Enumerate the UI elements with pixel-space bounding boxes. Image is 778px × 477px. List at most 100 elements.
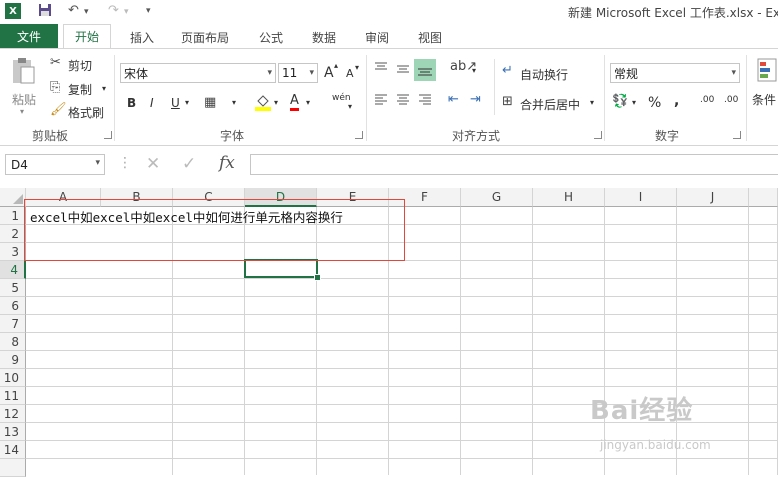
row-header-4[interactable]: 4 xyxy=(0,261,26,279)
increase-indent-icon[interactable]: ⇥ xyxy=(470,92,481,107)
align-middle-icon[interactable] xyxy=(396,61,410,78)
wrap-text-icon[interactable]: ↵ xyxy=(502,63,513,78)
fill-color-icon[interactable] xyxy=(254,93,272,114)
cut-button[interactable]: 剪切 xyxy=(68,57,92,74)
undo-icon[interactable]: ↶ xyxy=(68,3,79,18)
copy-button[interactable]: 复制 xyxy=(68,81,92,98)
comma-style-button[interactable]: , xyxy=(674,93,679,109)
font-color-dropdown-icon[interactable]: ▾ xyxy=(306,98,310,107)
column-header-j[interactable]: J xyxy=(677,188,749,207)
format-painter-button[interactable]: 格式刷 xyxy=(68,104,104,121)
conditional-formatting-icon[interactable] xyxy=(756,57,778,86)
row-header-14[interactable]: 14 xyxy=(0,441,26,459)
border-icon[interactable]: ▦ xyxy=(204,95,216,110)
merge-center-icon[interactable]: ⊞ xyxy=(502,94,513,109)
percent-button[interactable]: % xyxy=(648,95,661,111)
undo-dropdown-icon[interactable]: ▾ xyxy=(84,7,89,17)
row-header-5[interactable]: 5 xyxy=(0,279,26,297)
fill-color-dropdown-icon[interactable]: ▾ xyxy=(274,98,278,107)
chevron-down-icon: ▾ xyxy=(267,68,272,78)
copy-dropdown-icon[interactable]: ▾ xyxy=(102,84,106,93)
font-color-button[interactable]: A xyxy=(290,94,299,111)
align-top-icon[interactable] xyxy=(374,61,388,78)
tab-review[interactable]: 审阅 xyxy=(365,29,389,46)
tab-formulas[interactable]: 公式 xyxy=(259,29,283,46)
column-header-overflow[interactable] xyxy=(749,188,778,207)
paste-label[interactable]: 粘贴 xyxy=(12,91,36,108)
fill-handle[interactable] xyxy=(314,274,321,281)
tab-data[interactable]: 数据 xyxy=(312,29,336,46)
row-header-7[interactable]: 7 xyxy=(0,315,26,333)
save-icon[interactable] xyxy=(38,3,52,21)
column-header-g[interactable]: G xyxy=(461,188,533,207)
tab-home[interactable]: 开始 xyxy=(63,24,111,48)
tab-page-layout[interactable]: 页面布局 xyxy=(181,29,229,46)
wrap-text-button[interactable]: 自动换行 xyxy=(520,66,568,83)
merge-center-button[interactable]: 合并后居中 xyxy=(520,96,580,113)
increase-decimal-button[interactable]: .00 xyxy=(700,95,714,105)
grow-font-button[interactable]: A xyxy=(324,65,334,81)
row-header-9[interactable]: 9 xyxy=(0,351,26,369)
row-header-12[interactable]: 12 xyxy=(0,405,26,423)
shrink-font-button[interactable]: A xyxy=(346,67,354,80)
formula-input[interactable] xyxy=(250,154,778,175)
conditional-formatting-button[interactable]: 条件 xyxy=(752,91,776,108)
number-launcher-icon[interactable] xyxy=(733,131,741,139)
orientation-dropdown-icon[interactable]: ▾ xyxy=(472,66,476,75)
shrink-caret-icon: ▾ xyxy=(355,63,360,72)
font-size-select[interactable]: 11 ▾ xyxy=(278,63,318,83)
font-launcher-icon[interactable] xyxy=(355,131,363,139)
paste-button[interactable] xyxy=(10,57,36,88)
border-dropdown-icon[interactable]: ▾ xyxy=(232,98,236,107)
row-header-2[interactable]: 2 xyxy=(0,225,26,243)
align-center-icon[interactable] xyxy=(396,93,410,110)
row-header-6[interactable]: 6 xyxy=(0,297,26,315)
row-header-11[interactable]: 11 xyxy=(0,387,26,405)
tab-file[interactable]: 文件 xyxy=(0,24,58,48)
clipboard-launcher-icon[interactable] xyxy=(104,131,112,139)
cancel-icon[interactable]: ✕ xyxy=(146,154,160,174)
bold-button[interactable]: B xyxy=(127,96,136,110)
paste-dropdown-icon[interactable]: ▾ xyxy=(20,107,24,116)
column-header-h[interactable]: H xyxy=(533,188,605,207)
row-header-13[interactable]: 13 xyxy=(0,423,26,441)
phonetic-dropdown-icon[interactable]: ▾ xyxy=(348,102,352,111)
column-header-i[interactable]: I xyxy=(605,188,677,207)
insert-function-icon[interactable]: fx xyxy=(219,153,235,173)
enter-icon[interactable]: ✓ xyxy=(182,154,196,174)
chevron-down-icon[interactable]: ▾ xyxy=(95,158,100,168)
underline-button[interactable]: U xyxy=(171,96,180,110)
align-right-icon[interactable] xyxy=(418,93,432,110)
customize-toolbar-icon[interactable]: ▾ xyxy=(146,6,151,16)
tab-view[interactable]: 视图 xyxy=(418,29,442,46)
row-header-1[interactable]: 1 xyxy=(0,207,26,225)
format-painter-icon[interactable]: 🖌 xyxy=(50,102,67,117)
row-header-3[interactable]: 3 xyxy=(0,243,26,261)
row-header-8[interactable]: 8 xyxy=(0,333,26,351)
formula-bar-grip-icon: ⋮ xyxy=(118,155,132,171)
select-all-corner[interactable] xyxy=(0,188,26,207)
decrease-indent-icon[interactable]: ⇤ xyxy=(448,92,459,107)
number-format-select[interactable]: 常规 ▾ xyxy=(610,63,740,83)
italic-button[interactable]: I xyxy=(150,96,154,110)
redo-icon[interactable]: ↷ xyxy=(108,3,119,18)
accounting-dropdown-icon[interactable]: ▾ xyxy=(632,98,636,107)
copy-icon[interactable]: ⎘ xyxy=(50,80,60,95)
accounting-format-icon[interactable]: 💱 xyxy=(612,94,628,109)
align-bottom-icon[interactable] xyxy=(414,59,436,81)
name-box[interactable]: D4 ▾ xyxy=(5,154,105,175)
cut-icon[interactable]: ✂ xyxy=(50,55,61,70)
merge-dropdown-icon[interactable]: ▾ xyxy=(590,98,594,107)
alignment-launcher-icon[interactable] xyxy=(594,131,602,139)
row-header-overflow[interactable] xyxy=(0,459,26,477)
font-name-select[interactable]: 宋体 ▾ xyxy=(120,63,276,83)
redo-dropdown-icon[interactable]: ▾ xyxy=(124,7,129,17)
decrease-decimal-button[interactable]: .00 xyxy=(724,95,738,105)
grid-hline xyxy=(26,386,778,387)
group-separator xyxy=(494,59,495,115)
selected-cell-d4[interactable] xyxy=(244,259,318,278)
tab-insert[interactable]: 插入 xyxy=(130,29,154,46)
underline-dropdown-icon[interactable]: ▾ xyxy=(185,98,189,107)
align-left-icon[interactable] xyxy=(374,93,388,110)
row-header-10[interactable]: 10 xyxy=(0,369,26,387)
